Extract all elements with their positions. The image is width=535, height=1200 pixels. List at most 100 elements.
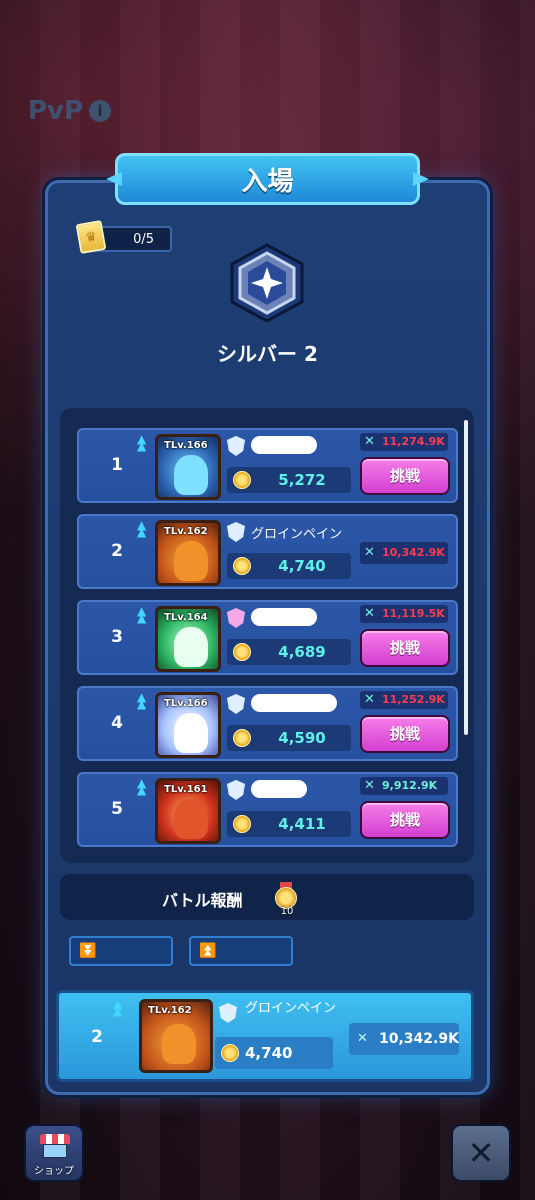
my-score-box: 4,740 [215,1037,333,1069]
rank-name: シルバー 2 [217,342,318,366]
opponent-row[interactable]: 3 ▲ ▲ TLv.164 4,689 ✕ 11,119.5K 挑戦 [77,600,458,675]
score-box: 4,740 [227,553,351,579]
medal-icon [233,471,251,489]
opponent-score: 4,411 [278,815,326,833]
creature-sprite [174,541,208,581]
opponent-row[interactable]: 5 ▲ ▲ TLv.161 4,411 ✕ 9,912.9K 挑戦 [77,772,458,847]
opponent-level: TLv.166 [164,698,208,709]
pvp-title: PvP i [28,96,112,126]
crossed-swords-icon: ✕ [364,434,375,449]
opponent-level: TLv.164 [164,612,208,623]
combat-power: ✕ 11,119.5K [360,605,448,623]
creature-sprite [174,455,208,495]
creature-sprite [174,627,208,667]
my-avatar: TLv.162 [139,999,213,1073]
silver-rank-emblem-icon [230,243,304,323]
opponent-avatar[interactable]: TLv.162 [155,520,221,586]
scroll-up-button[interactable]: ⏫ [189,936,293,966]
score-box: 4,590 [227,725,351,751]
shield-icon [219,1003,237,1023]
double-chevron-down-icon: ⏬ [79,943,97,959]
power-value: 11,274.9K [382,435,445,448]
score-box: 4,689 [227,639,351,665]
score-box: 4,411 [227,811,351,837]
list-scrollbar[interactable] [464,420,468,735]
challenge-button[interactable]: 挑戦 [360,801,450,839]
opponent-avatar[interactable]: TLv.161 [155,778,221,844]
shop-icon [40,1134,70,1160]
opponent-avatar[interactable]: TLv.166 [155,692,221,758]
battle-reward-bar: バトル報酬 10 [60,874,474,920]
shield-icon [227,608,245,628]
power-value: 10,342.9K [382,546,445,559]
shop-button[interactable]: ショップ [24,1124,84,1182]
my-power-value: 10,342.9K [379,1031,459,1047]
my-rank: 2 [91,1027,103,1047]
medal-icon [221,1044,239,1062]
redacted-name [251,436,317,454]
power-value: 11,119.5K [382,607,445,620]
ticket-icon: ♛ [75,219,107,255]
opponent-rank: 1 [111,455,123,475]
rank-up-icon: ▲ ▲ [137,776,147,797]
crossed-swords-icon: ✕ [364,692,375,707]
power-value: 9,912.9K [382,779,438,792]
battle-reward-label: バトル報酬 [162,891,243,910]
creature-sprite [174,799,208,839]
ticket-counter: ♛ 0/5 [75,219,172,255]
challenge-button[interactable]: 挑戦 [360,715,450,753]
my-name: グロインペイン [245,1001,337,1016]
rank-up-icon: ▲ ▲ [137,604,147,625]
opponent-level: TLv.161 [164,784,208,795]
pvp-title-text: PvP [28,96,84,126]
opponent-row[interactable]: 4 ▲ ▲ TLv.166 4,590 ✕ 11,252.9K 挑戦 [77,686,458,761]
challenge-button[interactable]: 挑戦 [360,629,450,667]
opponent-score: 4,689 [278,643,326,661]
crossed-swords-icon: ✕ [357,1031,368,1046]
scroll-down-button[interactable]: ⏬ [69,936,173,966]
creature-sprite [174,713,208,753]
opponent-row[interactable]: 1 ▲ ▲ TLv.166 5,272 ✕ 11,274.9K 挑戦 [77,428,458,503]
combat-power: ✕ 9,912.9K [360,777,448,795]
opponent-rank: 2 [111,541,123,561]
medal-icon [233,815,251,833]
redacted-name [251,694,337,712]
ticket-count: 0/5 [133,231,154,247]
opponent-rank: 4 [111,713,123,733]
crossed-swords-icon: ✕ [364,545,375,560]
power-value: 11,252.9K [382,693,445,706]
shield-icon [227,780,245,800]
score-box: 5,272 [227,467,351,493]
close-button[interactable]: ✕ [451,1124,511,1182]
opponent-level: TLv.166 [164,440,208,451]
redacted-name [251,780,307,798]
shield-icon [227,522,245,542]
challenge-button[interactable]: 挑戦 [360,457,450,495]
opponent-rank: 5 [111,799,123,819]
panel-title: 入場 [241,166,294,197]
combat-power: ✕ 10,342.9K [360,542,448,564]
opponent-avatar[interactable]: TLv.166 [155,434,221,500]
shield-icon [227,694,245,714]
opponent-rank: 3 [111,627,123,647]
info-icon[interactable]: i [89,100,112,122]
combat-power: ✕ 11,274.9K [360,433,448,451]
panel-header: 入場 [106,153,429,205]
reward-medal-icon [274,882,298,909]
my-level: TLv.162 [148,1005,192,1016]
close-icon: ✕ [467,1134,495,1172]
opponent-avatar[interactable]: TLv.164 [155,606,221,672]
rank-up-icon: ▲ ▲ [113,997,123,1018]
rank-up-icon: ▲ ▲ [137,518,147,539]
reward-count: 10 [280,906,294,917]
my-combat-power: ✕ 10,342.9K [349,1023,459,1055]
opponent-score: 5,272 [278,471,326,489]
shield-icon [227,436,245,456]
opponent-name: グロインペイン [251,527,343,542]
opponent-row[interactable]: 2 ▲ ▲ TLv.162 グロインペイン 4,740 ✕ 10,342.9K [77,514,458,589]
rank-up-icon: ▲ ▲ [137,432,147,453]
opponent-level: TLv.162 [164,526,208,537]
opponent-score: 4,740 [278,557,326,575]
combat-power: ✕ 11,252.9K [360,691,448,709]
medal-icon [233,643,251,661]
